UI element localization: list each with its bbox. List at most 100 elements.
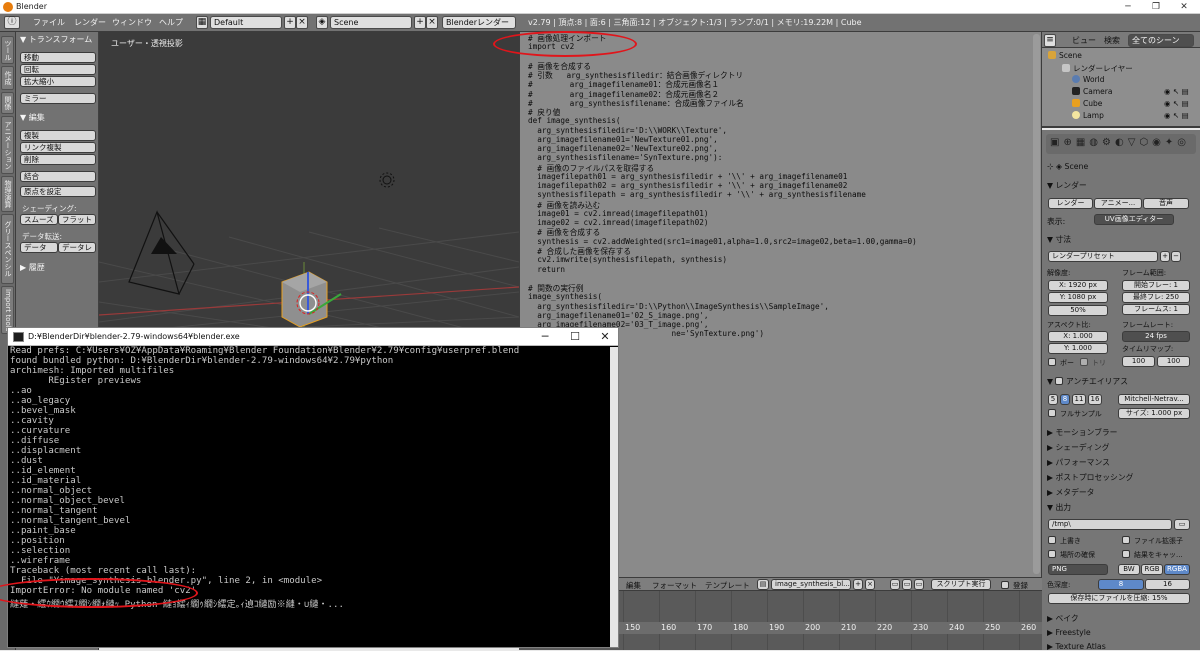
code-line[interactable]: image01 = cv2.imread(imagefilepath01) [528, 209, 708, 218]
visibility-eye-icon[interactable]: ◉ ↖ ▤ [1164, 87, 1189, 96]
display-select[interactable]: UV画像エディター [1094, 214, 1174, 225]
code-line[interactable]: arg_synthesisfilename='SynTexture.png'): [528, 153, 722, 162]
output-panel-header[interactable]: ▼ 出力 [1047, 502, 1071, 513]
syntax-highlight-toggle[interactable]: ▭ [914, 579, 924, 590]
code-line[interactable]: synthesis = cv2.addWeighted(src1=image01… [528, 237, 917, 246]
properties-editor[interactable]: ▣⊕▦◍⚙◐▽⬡◉✦◎ ⊹ ◈ Scene ▼ レンダー レンダー アニメー..… [1042, 130, 1200, 651]
scene-select[interactable]: Scene [330, 16, 412, 29]
tab-relations[interactable]: 関係 [1, 92, 14, 114]
scene-icon[interactable]: ◈ [316, 16, 328, 29]
render-audio-button[interactable]: 音声 [1143, 198, 1189, 209]
outliner-item-render-layers[interactable]: レンダーレイヤー [1062, 63, 1133, 74]
console-maximize-button[interactable]: ☐ [560, 329, 590, 345]
tab-tools[interactable]: ツール [1, 36, 14, 64]
outliner[interactable]: Scene レンダーレイヤー World Camera Cube Lamp ◉ … [1042, 48, 1200, 128]
code-line[interactable]: imagefilepath02 = arg_synthesisfiledir +… [528, 181, 847, 190]
aa-samples-11[interactable]: 11 [1072, 394, 1086, 405]
render-panel-header[interactable]: ▼ レンダー [1047, 180, 1087, 191]
transform-panel-header[interactable]: ▼ トランスフォーム [20, 34, 92, 45]
data-transfer-button[interactable]: データ [20, 242, 58, 253]
performance-panel-header[interactable]: ▶ パフォーマンス [1047, 457, 1110, 468]
metadata-panel-header[interactable]: ▶ メタデータ [1047, 487, 1094, 498]
code-line[interactable]: arg_imagefilename01='NewTexture01.png', [528, 135, 718, 144]
word-wrap-toggle[interactable]: ▭ [902, 579, 912, 590]
bake-panel-header[interactable]: ▶ ベイク [1047, 613, 1079, 624]
outliner-item-scene[interactable]: Scene [1048, 51, 1082, 60]
preset-remove-button[interactable]: − [1171, 251, 1181, 262]
code-line[interactable]: def image_synthesis( [528, 116, 621, 125]
render-still-button[interactable]: レンダー [1048, 198, 1093, 209]
full-sample-checkbox[interactable] [1048, 409, 1056, 417]
scene-add-button[interactable]: + [414, 16, 426, 29]
layout-select[interactable]: Default [210, 16, 282, 29]
mirror-button[interactable]: ミラー [20, 93, 96, 104]
file-format-select[interactable]: PNG [1048, 564, 1108, 575]
layout-icon[interactable]: ▦ [196, 16, 208, 29]
tab-grease-pencil[interactable]: グリースペンシル [1, 214, 14, 284]
translate-button[interactable]: 移動 [20, 52, 96, 63]
color-rgb-button[interactable]: RGB [1141, 564, 1163, 575]
aa-samples-16[interactable]: 16 [1088, 394, 1102, 405]
time-remap-old-field[interactable]: 100 [1122, 356, 1155, 367]
render-engine-select[interactable]: Blenderレンダー [442, 16, 516, 29]
resolution-percent-slider[interactable]: 50% [1048, 305, 1108, 316]
render-animation-button[interactable]: アニメー... [1094, 198, 1142, 209]
editor-type-icon[interactable]: ⓘ [4, 16, 20, 29]
properties-tab-icons[interactable]: ▣⊕▦◍⚙◐▽⬡◉✦◎ [1050, 137, 1190, 148]
line-numbers-toggle[interactable]: ▭ [890, 579, 900, 590]
text-file-select[interactable]: image_synthesis_bl... [771, 579, 851, 590]
editor-scrollbar[interactable] [1033, 34, 1040, 574]
outliner-item-cube[interactable]: Cube [1072, 99, 1102, 108]
compression-slider[interactable]: 保存時にファイルを圧縮: 15% [1048, 593, 1190, 604]
time-remap-new-field[interactable]: 100 [1157, 356, 1190, 367]
minimize-button[interactable]: ─ [1114, 0, 1142, 14]
tab-physics[interactable]: 物理演算 [1, 176, 14, 212]
cache-result-checkbox[interactable] [1122, 550, 1130, 558]
outliner-filter-select[interactable]: 全てのシーン [1128, 34, 1194, 47]
code-line[interactable]: arg_synthesisfiledir='D:\\Python\\ImageS… [528, 302, 829, 311]
depth-8-button[interactable]: 8 [1098, 579, 1144, 590]
aa-samples-5[interactable]: 5 [1048, 394, 1058, 405]
maximize-button[interactable]: ❐ [1142, 0, 1170, 14]
code-line[interactable]: return [528, 265, 565, 274]
aa-filter-select[interactable]: Mitchell-Netrav... [1118, 394, 1190, 405]
delete-button[interactable]: 削除 [20, 154, 96, 165]
data-layout-button[interactable]: データレ [58, 242, 96, 253]
preset-add-button[interactable]: + [1160, 251, 1170, 262]
aspect-y-field[interactable]: Y: 1.000 [1048, 343, 1108, 354]
duplicate-button[interactable]: 複製 [20, 130, 96, 141]
dimensions-panel-header[interactable]: ▼ 寸法 [1047, 234, 1071, 245]
aa-samples-8[interactable]: 8 [1060, 394, 1070, 405]
overwrite-checkbox[interactable] [1048, 536, 1056, 544]
output-path-field[interactable]: /tmp\ [1048, 519, 1172, 530]
post-processing-panel-header[interactable]: ▶ ポストプロセッシング [1047, 472, 1133, 483]
code-line[interactable]: arg_synthesisfiledir='D:\\WORK\\Texture'… [528, 126, 727, 135]
console-close-button[interactable]: ✕ [590, 329, 620, 345]
code-line[interactable]: cv2.imwrite(synthesisfilepath, synthesis… [528, 255, 727, 264]
outliner-item-lamp[interactable]: Lamp [1072, 111, 1104, 120]
code-line[interactable]: synthesisfilepath = arg_synthesisfiledir… [528, 190, 866, 199]
text-file-icon[interactable]: ▤ [757, 579, 769, 590]
motion-blur-panel-header[interactable]: ▶ モーションブラー [1047, 427, 1117, 438]
antialiasing-panel-header[interactable]: ▼ アンチエイリアス [1047, 376, 1128, 387]
console-minimize-button[interactable]: ─ [530, 329, 560, 345]
crop-checkbox[interactable] [1080, 358, 1088, 366]
code-line[interactable]: imagefilepath01 = arg_synthesisfiledir +… [528, 172, 847, 181]
frame-start-field[interactable]: 開始フレー: 1 [1122, 280, 1190, 291]
duplicate-linked-button[interactable]: リンク複製 [20, 142, 96, 153]
console-scrollbar[interactable] [610, 347, 618, 647]
visibility-eye-icon[interactable]: ◉ ↖ ▤ [1164, 111, 1189, 120]
resolution-y-field[interactable]: Y: 1080 px [1048, 292, 1108, 303]
history-panel-header[interactable]: ▶ 履歴 [20, 262, 45, 273]
text-close-button[interactable]: × [865, 579, 875, 590]
tab-animation[interactable]: アニメーション [1, 116, 14, 174]
layout-remove-button[interactable]: × [296, 16, 308, 29]
outliner-search-menu[interactable]: 検索 [1104, 35, 1120, 47]
border-checkbox[interactable] [1048, 358, 1056, 366]
color-rgba-button[interactable]: RGBA [1164, 564, 1190, 575]
frame-end-field[interactable]: 最終フレ: 250 [1122, 292, 1190, 303]
shading-panel-header[interactable]: ▶ シェーディング [1047, 442, 1110, 453]
aspect-x-field[interactable]: X: 1.000 [1048, 331, 1108, 342]
menu-edit[interactable]: 編集 [626, 580, 641, 591]
close-button[interactable]: ✕ [1170, 0, 1198, 14]
